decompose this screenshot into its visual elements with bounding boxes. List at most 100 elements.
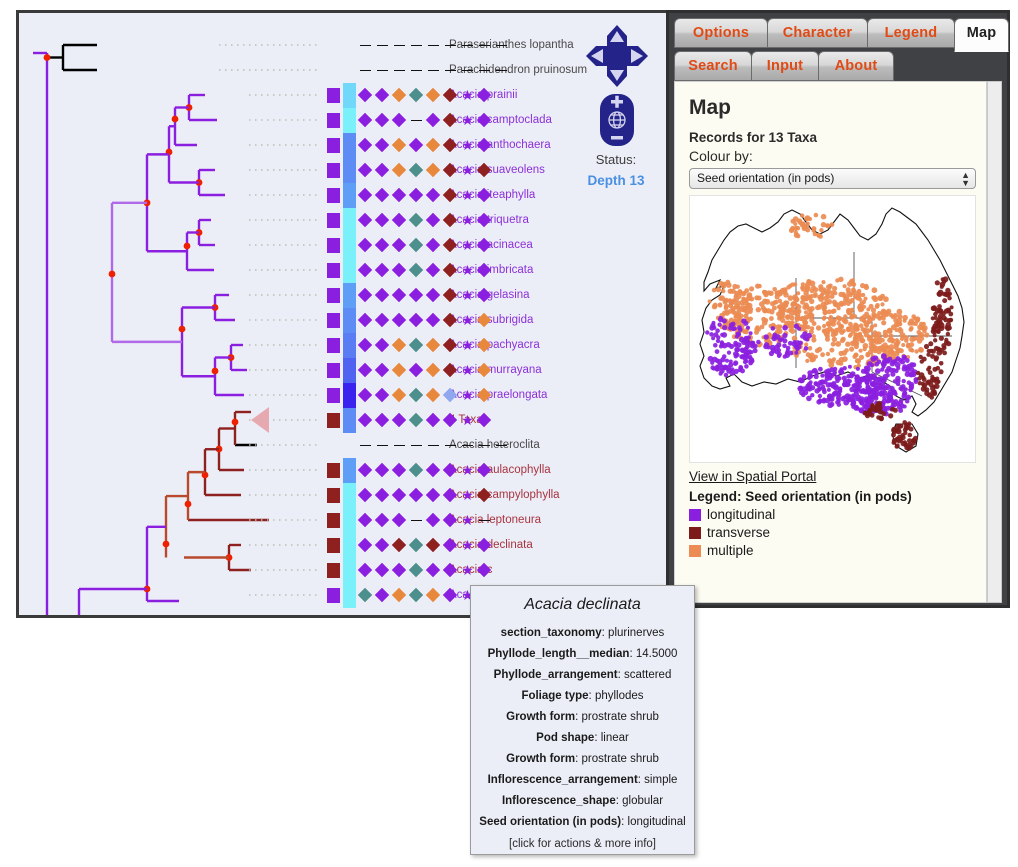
character-matrix-cell[interactable] [476,337,492,352]
character-matrix-cell[interactable] [442,387,458,402]
character-matrix-cell[interactable] [442,162,458,177]
character-matrix-cell[interactable] [442,537,458,552]
tree-node[interactable] [171,115,179,123]
character-matrix-cell[interactable]: ★ [461,388,474,402]
character-matrix-cell[interactable] [425,512,441,527]
numeric-strip-cell[interactable] [343,182,356,208]
character-matrix-cell[interactable] [425,587,441,602]
character-matrix-cell[interactable]: ★ [461,113,474,127]
character-matrix-cell[interactable] [359,64,372,77]
numeric-strip-cell[interactable] [343,157,356,183]
character-matrix-cell[interactable] [425,562,441,577]
character-matrix-cell[interactable] [357,162,373,177]
character-matrix-cell[interactable] [476,562,492,577]
tree-node[interactable] [211,367,219,375]
character-matrix-cell[interactable] [374,537,390,552]
character-strip-cell[interactable] [327,263,340,278]
character-matrix-cell[interactable] [442,512,458,527]
character-matrix-cell[interactable] [478,514,491,527]
character-matrix-cell[interactable] [425,162,441,177]
character-strip-cell[interactable] [327,488,340,503]
character-matrix-cell[interactable] [425,387,441,402]
numeric-strip-cell[interactable] [343,132,356,158]
character-matrix-cell[interactable] [442,212,458,227]
character-matrix-cell[interactable] [391,562,407,577]
character-matrix-cell[interactable]: ★ [461,213,474,227]
character-matrix-cell[interactable] [391,487,407,502]
character-matrix-cell[interactable] [425,237,441,252]
phylogeny-tree-panel[interactable]: Paraserianthes lopantha Parachidendron pr… [16,10,666,618]
character-matrix-cell[interactable] [374,312,390,327]
character-matrix-cell[interactable] [476,187,492,202]
numeric-strip-cell[interactable] [343,482,356,508]
character-matrix-cell[interactable] [476,212,492,227]
tab-options[interactable]: Options [674,18,768,48]
character-matrix-cell[interactable] [442,87,458,102]
character-matrix-cell[interactable] [476,112,492,127]
character-matrix-cell[interactable] [393,39,406,52]
character-matrix-cell[interactable] [391,87,407,102]
character-matrix-cell[interactable]: ★ [461,413,474,427]
character-matrix-cell[interactable] [357,537,373,552]
character-matrix-cell[interactable] [374,287,390,302]
character-matrix-cell[interactable] [476,312,492,327]
character-matrix-cell[interactable] [476,412,492,427]
numeric-strip-cell[interactable] [343,357,356,383]
character-strip-cell[interactable] [327,213,340,228]
character-matrix-cell[interactable] [357,387,373,402]
character-strip-cell[interactable] [327,363,340,378]
character-matrix-cell[interactable] [444,64,457,77]
character-matrix-cell[interactable] [442,312,458,327]
character-matrix-cell[interactable] [476,462,492,477]
character-matrix-cell[interactable] [425,462,441,477]
character-matrix-cell[interactable] [357,312,373,327]
character-matrix-cell[interactable] [444,39,457,52]
character-matrix-cell[interactable] [374,362,390,377]
character-matrix-cell[interactable] [357,462,373,477]
character-matrix-cell[interactable]: ★ [461,338,474,352]
character-matrix-cell[interactable] [425,362,441,377]
character-matrix-cell[interactable] [408,162,424,177]
character-matrix-cell[interactable]: ★ [461,188,474,202]
tree-node[interactable] [43,54,51,61]
character-matrix-cell[interactable] [357,562,373,577]
character-strip-cell[interactable] [327,463,340,478]
character-matrix-cell[interactable] [357,87,373,102]
character-matrix-cell[interactable] [376,439,389,452]
character-matrix-cell[interactable] [476,137,492,152]
character-matrix-cell[interactable] [408,187,424,202]
tree-node[interactable] [183,242,191,250]
numeric-strip-cell[interactable] [343,557,356,583]
character-matrix-cell[interactable] [461,39,474,52]
character-matrix-cell[interactable] [391,262,407,277]
character-strip-cell[interactable] [327,563,340,578]
character-matrix-cell[interactable] [357,512,373,527]
character-matrix-cell[interactable] [410,114,423,127]
character-matrix-cell[interactable] [374,462,390,477]
character-matrix-cell[interactable] [478,39,491,52]
character-matrix-cell[interactable] [391,537,407,552]
character-matrix-cell[interactable] [461,64,474,77]
character-matrix-cell[interactable] [442,137,458,152]
character-matrix-cell[interactable] [374,212,390,227]
character-matrix-cell[interactable] [408,362,424,377]
character-matrix-cell[interactable] [374,412,390,427]
character-matrix-cell[interactable] [393,439,406,452]
character-matrix-cell[interactable] [357,587,373,602]
character-strip-cell[interactable] [327,113,340,128]
character-matrix-cell[interactable]: ★ [461,488,474,502]
character-matrix-cell[interactable] [391,112,407,127]
character-matrix-cell[interactable] [442,462,458,477]
character-matrix-cell[interactable] [374,262,390,277]
character-matrix-cell[interactable] [357,137,373,152]
numeric-strip-cell[interactable] [343,382,356,408]
tree-node[interactable] [108,270,116,278]
character-strip-cell[interactable] [327,513,340,528]
character-matrix-cell[interactable] [442,287,458,302]
character-matrix-cell[interactable] [442,362,458,377]
character-matrix-cell[interactable] [425,87,441,102]
character-matrix-cell[interactable] [408,562,424,577]
taxon-info-tooltip[interactable]: Acacia declinata section_taxonomy: pluri… [470,585,695,855]
character-matrix-cell[interactable] [391,237,407,252]
character-matrix-cell[interactable] [442,237,458,252]
